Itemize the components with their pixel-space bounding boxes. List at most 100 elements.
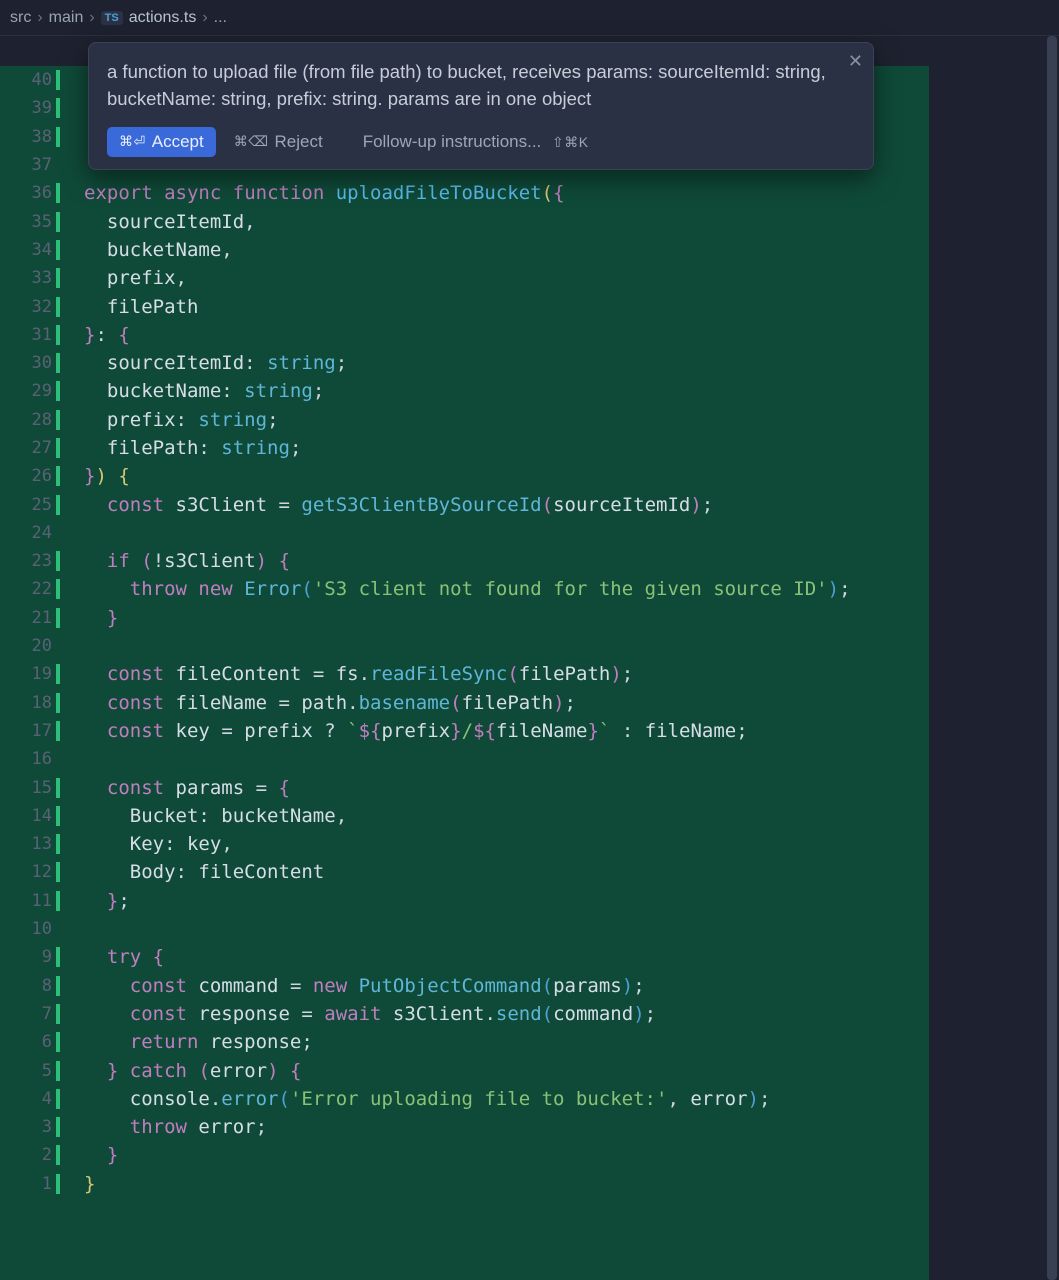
code-content[interactable]: prefix,: [60, 267, 994, 289]
code-content[interactable]: Key: key,: [60, 833, 994, 855]
line-number: 16: [0, 749, 60, 769]
editor[interactable]: 4039383736export async function uploadFi…: [0, 36, 1059, 1280]
code-line[interactable]: 23 if (!s3Client) {: [0, 547, 994, 575]
code-content[interactable]: prefix: string;: [60, 409, 994, 431]
line-number: 26: [0, 466, 60, 486]
followup-shortcut: ⇧⌘K: [552, 134, 589, 150]
code-content[interactable]: }: {: [60, 324, 994, 346]
close-icon[interactable]: ✕: [848, 51, 863, 72]
line-number: 7: [0, 1004, 60, 1024]
code-content[interactable]: } catch (error) {: [60, 1060, 994, 1082]
code-line[interactable]: 27 filePath: string;: [0, 434, 994, 462]
followup-input[interactable]: Follow-up instructions... ⇧⌘K: [363, 132, 589, 152]
line-number: 18: [0, 693, 60, 713]
code-content[interactable]: }) {: [60, 465, 994, 487]
line-number: 5: [0, 1061, 60, 1081]
code-line[interactable]: 8 const command = new PutObjectCommand(p…: [0, 972, 994, 1000]
line-number: 15: [0, 778, 60, 798]
code-line[interactable]: 14 Bucket: bucketName,: [0, 802, 994, 830]
code-content[interactable]: filePath: string;: [60, 437, 994, 459]
code-content[interactable]: sourceItemId,: [60, 211, 994, 233]
code-line[interactable]: 4 console.error('Error uploading file to…: [0, 1085, 994, 1113]
breadcrumb-more[interactable]: ...: [214, 9, 227, 27]
code-line[interactable]: 5 } catch (error) {: [0, 1056, 994, 1084]
code-line[interactable]: 1}: [0, 1170, 994, 1198]
followup-placeholder: Follow-up instructions...: [363, 132, 542, 151]
code-line[interactable]: 35 sourceItemId,: [0, 207, 994, 235]
line-number: 20: [0, 636, 60, 656]
code-content[interactable]: sourceItemId: string;: [60, 352, 994, 374]
code-line[interactable]: 19 const fileContent = fs.readFileSync(f…: [0, 660, 994, 688]
code-line[interactable]: 34 bucketName,: [0, 236, 994, 264]
code-content[interactable]: try {: [60, 946, 994, 968]
code-content[interactable]: Bucket: bucketName,: [60, 805, 994, 827]
code-line[interactable]: 29 bucketName: string;: [0, 377, 994, 405]
chevron-right-icon: ›: [89, 9, 94, 27]
code-content[interactable]: const key = prefix ? `${prefix}/${fileNa…: [60, 720, 994, 742]
code-content[interactable]: };: [60, 890, 994, 912]
code-line[interactable]: 9 try {: [0, 943, 994, 971]
code-content[interactable]: const fileContent = fs.readFileSync(file…: [60, 663, 994, 685]
code-content[interactable]: }: [60, 607, 994, 629]
code-content[interactable]: const command = new PutObjectCommand(par…: [60, 975, 994, 997]
code-line[interactable]: 6 return response;: [0, 1028, 994, 1056]
code-content[interactable]: return response;: [60, 1031, 994, 1053]
code-line[interactable]: 36export async function uploadFileToBuck…: [0, 179, 994, 207]
code-content[interactable]: Body: fileContent: [60, 861, 994, 883]
code-line[interactable]: 31}: {: [0, 321, 994, 349]
line-number: 23: [0, 551, 60, 571]
code-content[interactable]: throw new Error('S3 client not found for…: [60, 578, 994, 600]
ai-suggestion-popup: ✕ a function to upload file (from file p…: [88, 42, 874, 170]
code-line[interactable]: 28 prefix: string;: [0, 406, 994, 434]
code-content[interactable]: }: [60, 1173, 994, 1195]
code-line[interactable]: 12 Body: fileContent: [0, 858, 994, 886]
code-line[interactable]: 2 }: [0, 1141, 994, 1169]
code-line[interactable]: 3 throw error;: [0, 1113, 994, 1141]
breadcrumb-segment[interactable]: src: [10, 9, 31, 27]
code-content[interactable]: filePath: [60, 296, 994, 318]
line-number: 14: [0, 806, 60, 826]
accept-button[interactable]: ⌘⏎ Accept: [107, 127, 216, 157]
code-content[interactable]: bucketName: string;: [60, 380, 994, 402]
ts-file-icon: TS: [101, 11, 123, 25]
line-number: 38: [0, 127, 60, 147]
ai-prompt-text: a function to upload file (from file pat…: [107, 59, 855, 113]
code-line[interactable]: 15 const params = {: [0, 773, 994, 801]
code-line[interactable]: 11 };: [0, 887, 994, 915]
diff-added-marker: [56, 98, 60, 118]
code-content[interactable]: }: [60, 1144, 994, 1166]
code-content[interactable]: const s3Client = getS3ClientBySourceId(s…: [60, 494, 994, 516]
code-content[interactable]: const fileName = path.basename(filePath)…: [60, 692, 994, 714]
code-content[interactable]: throw error;: [60, 1116, 994, 1138]
code-line[interactable]: 13 Key: key,: [0, 830, 994, 858]
code-content[interactable]: const response = await s3Client.send(com…: [60, 1003, 994, 1025]
scrollbar-thumb[interactable]: [1047, 36, 1057, 1280]
breadcrumb-segment[interactable]: main: [49, 9, 84, 27]
chevron-right-icon: ›: [202, 9, 207, 27]
code-line[interactable]: 25 const s3Client = getS3ClientBySourceI…: [0, 490, 994, 518]
line-number: 3: [0, 1117, 60, 1137]
code-line[interactable]: 17 const key = prefix ? `${prefix}/${fil…: [0, 717, 994, 745]
line-number: 28: [0, 410, 60, 430]
code-content[interactable]: const params = {: [60, 777, 994, 799]
code-line[interactable]: 26}) {: [0, 462, 994, 490]
breadcrumb-file[interactable]: actions.ts: [129, 9, 197, 27]
reject-shortcut: ⌘⌫: [234, 133, 269, 150]
code-content[interactable]: if (!s3Client) {: [60, 550, 994, 572]
code-line[interactable]: 21 }: [0, 604, 994, 632]
reject-button[interactable]: ⌘⌫ Reject: [234, 132, 323, 152]
line-number: 36: [0, 183, 60, 203]
code-content[interactable]: console.error('Error uploading file to b…: [60, 1088, 994, 1110]
line-number: 10: [0, 919, 60, 939]
code-line[interactable]: 22 throw new Error('S3 client not found …: [0, 575, 994, 603]
code-content[interactable]: bucketName,: [60, 239, 994, 261]
code-line[interactable]: 7 const response = await s3Client.send(c…: [0, 1000, 994, 1028]
line-number: 32: [0, 297, 60, 317]
vertical-scrollbar[interactable]: [1045, 36, 1059, 1280]
code-line[interactable]: 18 const fileName = path.basename(filePa…: [0, 689, 994, 717]
code-line[interactable]: 33 prefix,: [0, 264, 994, 292]
code-line[interactable]: 32 filePath: [0, 292, 994, 320]
line-number: 12: [0, 862, 60, 882]
code-line[interactable]: 30 sourceItemId: string;: [0, 349, 994, 377]
code-content[interactable]: export async function uploadFileToBucket…: [60, 182, 994, 204]
